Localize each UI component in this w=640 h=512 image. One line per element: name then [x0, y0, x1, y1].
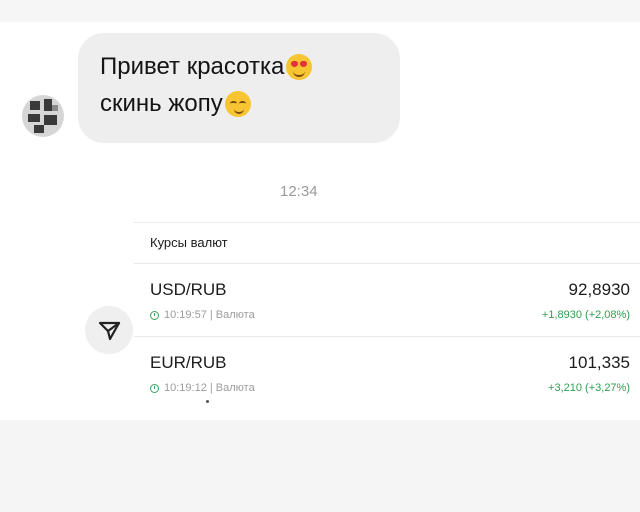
- clock-icon: [150, 310, 159, 320]
- currency-rates-card[interactable]: Курсы валют USD/RUB 10:19:57 | Валюта 92…: [134, 222, 640, 419]
- rate-price: 92,8930: [568, 280, 630, 299]
- rate-row-eur-rub[interactable]: EUR/RUB 10:19:12 | Валюта 101,335 +3,210…: [134, 337, 640, 409]
- message-timestamp: 12:34: [280, 183, 318, 200]
- rate-meta: 10:19:12 | Валюта: [150, 382, 255, 394]
- rate-time-source: 10:19:57 | Валюта: [164, 309, 255, 321]
- clock-icon: [150, 383, 159, 393]
- share-button[interactable]: [85, 306, 133, 354]
- currency-pair: USD/RUB: [150, 280, 227, 299]
- smirk-emoji-icon: [224, 91, 251, 117]
- rate-row-usd-rub[interactable]: USD/RUB 10:19:57 | Валюта 92,8930 +1,893…: [134, 264, 640, 336]
- avatar-pixel: [34, 125, 44, 133]
- emoji-mouth: [233, 106, 244, 114]
- currency-pair: EUR/RUB: [150, 353, 227, 372]
- rate-time-source: 10:19:12 | Валюта: [164, 382, 255, 394]
- rate-change: +1,8930 (+2,08%): [541, 309, 630, 321]
- message-text-1: Привет красотка: [100, 53, 285, 80]
- heart-eyes-emoji-icon: [286, 54, 313, 80]
- avatar-pixel: [44, 115, 57, 125]
- avatar[interactable]: [22, 95, 64, 137]
- avatar-pixel: [52, 105, 58, 111]
- card-title: Курсы валют: [150, 235, 228, 250]
- share-arrow-icon: [98, 321, 121, 341]
- bottom-area: [0, 420, 640, 512]
- chat-screen: Привет красотка скинь жопу 12:34 Курсы в…: [0, 0, 640, 512]
- rate-change: +3,210 (+3,27%): [548, 382, 630, 394]
- avatar-pixel: [30, 101, 40, 110]
- avatar-pixel: [28, 114, 40, 122]
- typing-dot: [206, 400, 209, 403]
- message-line-2: скинь жопу: [100, 90, 251, 118]
- message-line-1: Привет красотка: [100, 53, 313, 81]
- emoji-mouth: [293, 69, 306, 77]
- avatar-pixel: [44, 99, 52, 111]
- rate-meta: 10:19:57 | Валюта: [150, 309, 255, 321]
- message-bubble[interactable]: Привет красотка скинь жопу: [78, 33, 400, 143]
- rate-price: 101,335: [568, 353, 630, 372]
- message-text-2: скинь жопу: [100, 90, 223, 117]
- heart-eye-left: [291, 61, 299, 67]
- top-bar: [0, 0, 640, 22]
- heart-eye-right: [300, 61, 308, 67]
